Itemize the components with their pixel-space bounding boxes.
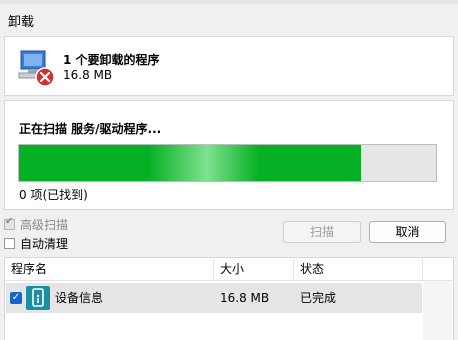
- row-program-name: 设备信息: [55, 291, 104, 305]
- program-list: 程序名 大小 状态 ✓ 设备信息 16.8 MB 已完成: [4, 257, 454, 340]
- advanced-scan-label: 高级扫描: [20, 218, 69, 232]
- advanced-scan-checkbox[interactable]: ✔ 高级扫描: [4, 216, 68, 233]
- window-title: 卸载: [8, 15, 35, 30]
- cancel-button[interactable]: 取消: [369, 221, 446, 243]
- advanced-scan-checkbox-box[interactable]: ✔: [4, 216, 15, 230]
- column-header-name[interactable]: 程序名: [5, 258, 214, 280]
- scan-button[interactable]: 扫描: [283, 221, 361, 243]
- scan-progress-panel: 正在扫描 服务/驱动程序... 0 项(已找到): [4, 100, 454, 210]
- uninstall-program-icon: [18, 50, 55, 87]
- auto-clean-checkbox[interactable]: 自动清理: [4, 235, 68, 252]
- column-header-size[interactable]: 大小: [214, 258, 294, 280]
- auto-clean-checkbox-box[interactable]: [4, 238, 15, 249]
- checkmark-icon: ✔: [5, 216, 14, 227]
- table-row[interactable]: ✓ 设备信息 16.8 MB 已完成: [6, 283, 422, 313]
- auto-clean-label: 自动清理: [20, 237, 69, 251]
- list-scrollbar[interactable]: [423, 281, 452, 340]
- row-checkbox[interactable]: ✓: [10, 292, 22, 304]
- column-header-status[interactable]: 状态: [294, 258, 423, 280]
- program-count: 1 个要卸载的程序: [63, 53, 160, 67]
- scan-status-text: 正在扫描 服务/驱动程序...: [19, 122, 162, 136]
- scan-progress-bar: [18, 144, 437, 182]
- scan-progress-fill: [19, 145, 361, 181]
- title-bar: 卸载: [0, 4, 458, 34]
- device-info-app-icon: [26, 286, 50, 310]
- program-list-header: 程序名 大小 状态: [5, 258, 453, 281]
- row-program-status: 已完成: [300, 291, 337, 305]
- row-program-size: 16.8 MB: [220, 291, 270, 305]
- items-found-count: 0 项(已找到): [19, 188, 88, 202]
- program-total-size: 16.8 MB: [63, 68, 113, 82]
- uninstall-summary-panel: 1 个要卸载的程序 16.8 MB: [4, 36, 454, 96]
